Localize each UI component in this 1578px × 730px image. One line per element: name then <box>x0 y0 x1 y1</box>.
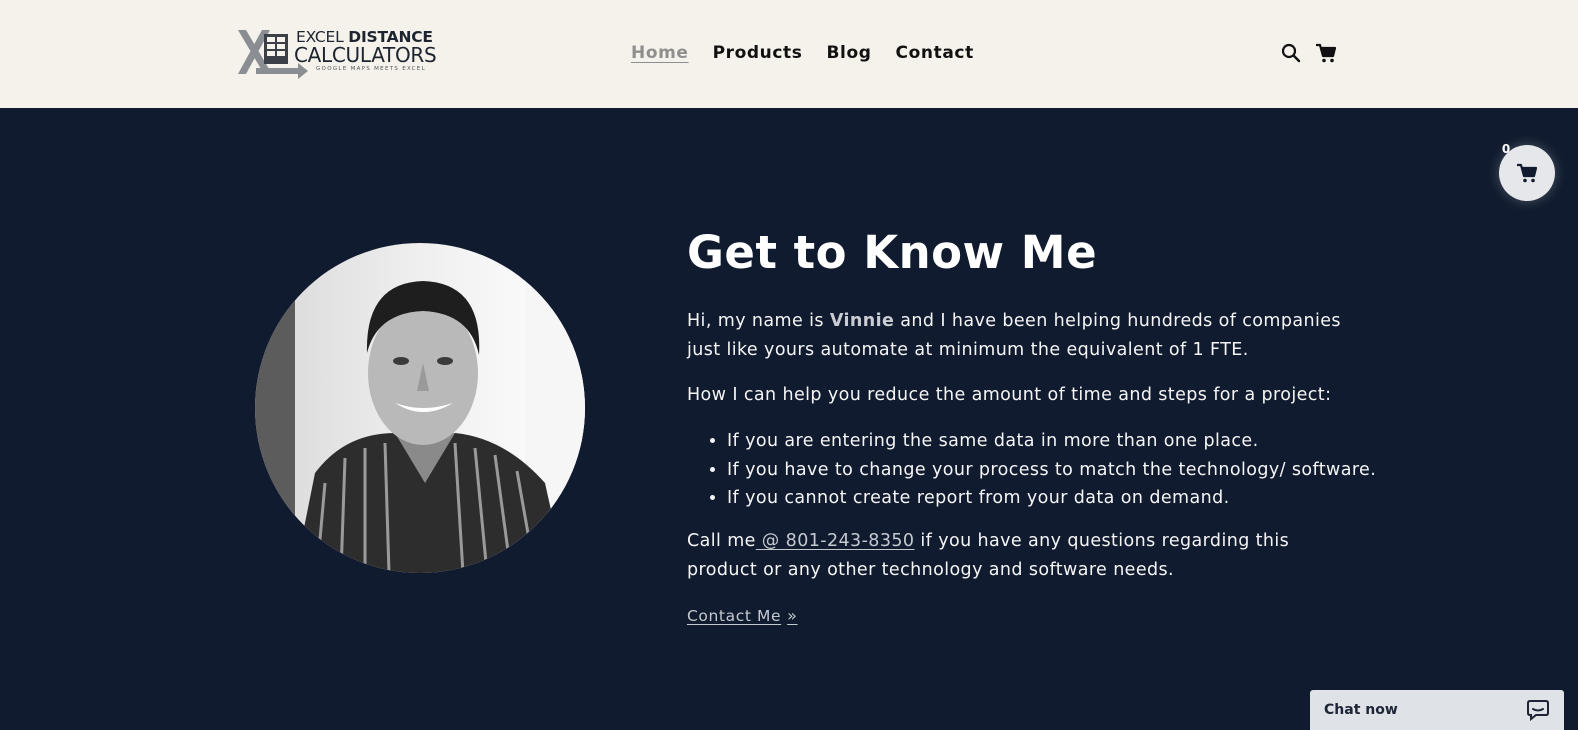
nav-blog-link[interactable]: Blog <box>826 43 871 63</box>
nav-products-link[interactable]: Products <box>713 43 803 63</box>
nav-contact-link[interactable]: Contact <box>896 43 974 63</box>
intro-name: Vinnie <box>829 311 895 331</box>
list-item: If you cannot create report from your da… <box>727 484 1376 513</box>
contact-me-label: Contact Me <box>687 606 782 625</box>
cart-icon[interactable] <box>1315 42 1337 64</box>
chat-label: Chat now <box>1324 702 1398 718</box>
site-header: EXCEL DISTANCE CALCULATORS GOOGLE MAPS M… <box>0 0 1578 108</box>
logo-text-line2: CALCULATORS <box>294 43 437 67</box>
chat-bubble-icon <box>1527 700 1549 722</box>
main-nav: Home Products Blog Contact <box>631 40 974 66</box>
double-chevron-right-icon: » <box>787 606 798 625</box>
intro-paragraph: Hi, my name is Vinnie and I have been he… <box>687 307 1347 365</box>
logo-tagline: GOOGLE MAPS MEETS EXCEL <box>316 66 426 72</box>
list-item: If you have to change your process to ma… <box>727 456 1376 485</box>
page-title: Get to Know Me <box>687 226 1098 279</box>
phone-link[interactable]: @ 801-243-8350 <box>756 531 915 551</box>
help-list: If you are entering the same data in mor… <box>687 427 1376 513</box>
call-prefix: Call me <box>687 531 756 551</box>
nav-home-link[interactable]: Home <box>631 43 689 63</box>
call-paragraph: Call me @ 801-243-8350 if you have any q… <box>687 527 1347 585</box>
site-logo[interactable]: EXCEL DISTANCE CALCULATORS GOOGLE MAPS M… <box>236 26 437 80</box>
intro-prefix: Hi, my name is <box>687 311 830 331</box>
contact-me-link[interactable]: Contact Me » <box>687 606 798 625</box>
cart-count-badge: 0 <box>1501 142 1511 156</box>
chat-widget[interactable]: Chat now <box>1310 690 1564 730</box>
help-heading: How I can help you reduce the amount of … <box>687 385 1332 405</box>
search-icon[interactable] <box>1280 42 1302 64</box>
cart-icon <box>1517 163 1538 183</box>
list-item: If you are entering the same data in mor… <box>727 427 1376 456</box>
profile-photo <box>255 243 585 573</box>
